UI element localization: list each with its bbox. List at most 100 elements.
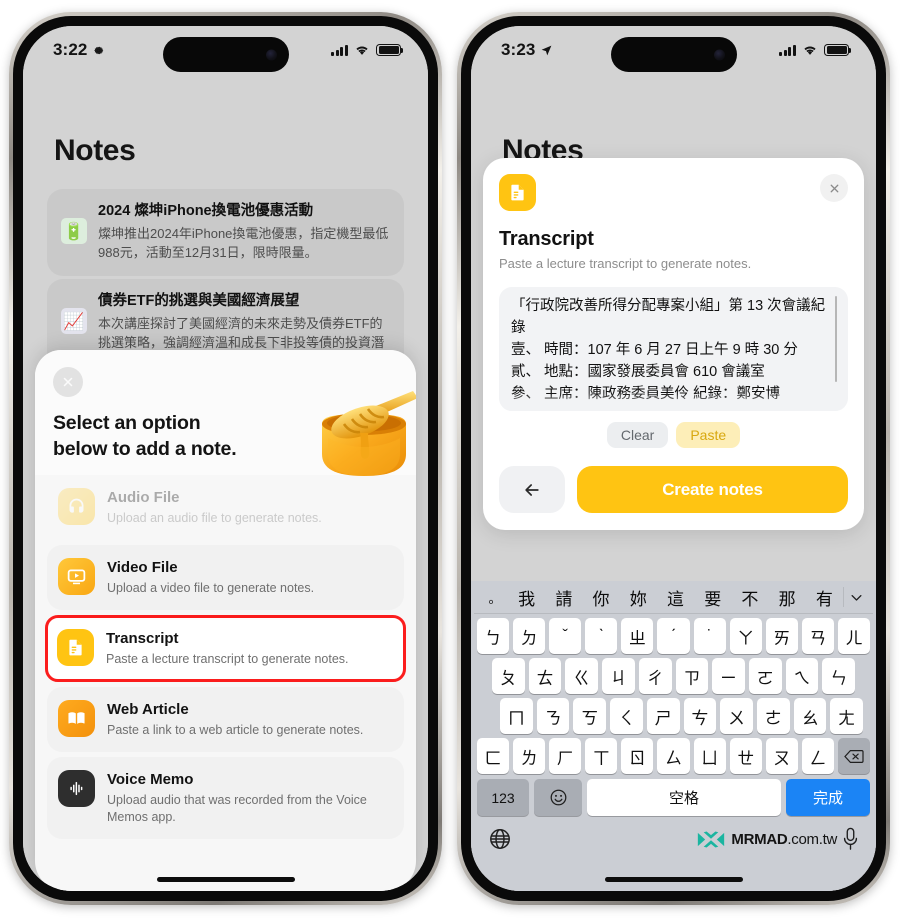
key[interactable]: ㄤ (830, 698, 864, 734)
key[interactable]: ㄈ (476, 738, 510, 774)
key[interactable]: ˇ (549, 618, 582, 654)
key[interactable]: ㄗ (675, 658, 709, 694)
option-description: Upload a video file to generate notes. (107, 580, 315, 595)
prediction-candidate[interactable]: 有 (806, 585, 843, 610)
key[interactable]: ㄧ (712, 658, 745, 694)
key[interactable]: ㄉ (513, 618, 546, 654)
key[interactable]: ㄊ (528, 658, 562, 694)
key[interactable]: ㄎ (573, 698, 607, 734)
video-icon (58, 558, 95, 595)
page-title: Notes (54, 134, 136, 167)
backspace-button[interactable] (837, 738, 871, 774)
wifi-icon (804, 46, 816, 55)
key[interactable]: ㄏ (549, 738, 582, 774)
prediction-candidate[interactable]: 。 (482, 588, 508, 607)
key[interactable]: ˊ (657, 618, 690, 654)
left-phone-screen: 3:22 Notes 🔋 2024 燦坤iPhone換電池優惠活動 燦坤推出20… (23, 26, 428, 891)
option-transcript[interactable]: Transcript Paste a lecture transcript to… (45, 615, 406, 682)
prediction-candidate[interactable]: 你 (582, 585, 619, 610)
watermark-domain: .com.tw (787, 830, 837, 848)
emoji-key[interactable] (534, 779, 582, 816)
dynamic-island (162, 37, 289, 72)
prediction-candidate[interactable]: 那 (769, 585, 806, 610)
key[interactable]: ㄓ (621, 618, 654, 654)
key[interactable]: ㄝ (729, 738, 762, 774)
key[interactable]: ㄩ (693, 738, 726, 774)
globe-icon[interactable] (488, 827, 512, 851)
key[interactable]: ㄋ (536, 698, 570, 734)
create-notes-button[interactable]: Create notes (577, 466, 848, 514)
document-icon (57, 629, 94, 666)
backspace-icon (844, 749, 864, 763)
key[interactable]: ˋ (585, 618, 618, 654)
key[interactable]: ㄥ (801, 738, 834, 774)
dialog-close-button[interactable] (820, 174, 848, 202)
microphone-icon[interactable] (842, 827, 859, 851)
note-list-item[interactable]: 🔋 2024 燦坤iPhone換電池優惠活動 燦坤推出2024年iPhone換電… (47, 189, 404, 276)
expand-candidates-button[interactable] (842, 587, 869, 607)
battery-icon (376, 43, 404, 57)
prediction-candidate[interactable]: 這 (657, 585, 694, 610)
key[interactable]: ㄞ (765, 618, 798, 654)
key[interactable]: ㄑ (610, 698, 643, 734)
mrmad-logo-icon (698, 830, 725, 848)
key[interactable]: ㄜ (756, 698, 790, 734)
key[interactable]: ㄣ (822, 658, 856, 694)
paste-button[interactable]: Paste (676, 422, 741, 449)
key[interactable]: ㄒ (585, 738, 618, 774)
prediction-candidate[interactable]: 請 (545, 585, 582, 610)
option-web-article[interactable]: Web Article Paste a link to a web articl… (47, 687, 404, 752)
dialog-actions: Create notes (499, 466, 848, 514)
prediction-candidate[interactable]: 妳 (620, 585, 657, 610)
chart-increasing-emoji: 📈 (61, 308, 87, 334)
note-body: 2024 燦坤iPhone換電池優惠活動 燦坤推出2024年iPhone換電池優… (98, 202, 390, 263)
close-icon (63, 377, 73, 387)
key[interactable]: ㄦ (837, 618, 871, 654)
key[interactable]: ㄆ (491, 658, 525, 694)
prediction-candidate[interactable]: 不 (731, 585, 768, 610)
option-video-file[interactable]: Video File Upload a video file to genera… (47, 545, 404, 610)
text-cursor (835, 296, 837, 383)
key[interactable]: ㄖ (621, 738, 654, 774)
key[interactable]: ㄡ (765, 738, 798, 774)
status-left-group: 3:23 (501, 40, 553, 60)
sheet-close-button[interactable] (53, 367, 83, 397)
key[interactable]: ㄚ (729, 618, 762, 654)
option-list: Audio File Upload an audio file to gener… (35, 475, 416, 840)
key[interactable]: ㄟ (785, 658, 819, 694)
key[interactable]: ㄘ (683, 698, 717, 734)
key[interactable]: ㄛ (748, 658, 782, 694)
numbers-key[interactable]: 123 (477, 779, 529, 816)
transcript-textarea[interactable]: 「行政院改善所得分配專案小組」第 13 次會議紀錄 壹、 時間：107 年 6 … (499, 287, 848, 412)
cellular-signal-icon (331, 44, 348, 56)
key[interactable]: ˙ (693, 618, 726, 654)
option-voice-memo[interactable]: Voice Memo Upload audio that was recorde… (47, 757, 404, 840)
watermark-brand: MRMAD (731, 830, 788, 848)
honey-pot-illustration (322, 391, 416, 476)
space-key[interactable]: 空格 (587, 779, 781, 816)
done-key[interactable]: 完成 (786, 779, 870, 816)
key[interactable]: ㄙ (657, 738, 690, 774)
key[interactable]: ㄢ (801, 618, 834, 654)
key[interactable]: ㄕ (646, 698, 680, 734)
option-description: Paste a lecture transcript to generate n… (106, 651, 349, 666)
key[interactable]: ㄍ (565, 658, 599, 694)
sheet-heading-line-1: Select an option (53, 412, 201, 434)
status-time: 3:22 (53, 40, 88, 59)
option-audio-file: Audio File Upload an audio file to gener… (47, 475, 404, 540)
key[interactable]: ㄐ (602, 658, 635, 694)
key[interactable]: ㄇ (499, 698, 533, 734)
key[interactable]: ㄌ (513, 738, 546, 774)
back-button[interactable] (499, 466, 565, 514)
key[interactable]: ㄠ (793, 698, 827, 734)
left-phone-bezel: 3:22 Notes 🔋 2024 燦坤iPhone換電池優惠活動 燦坤推出20… (13, 16, 438, 901)
clear-button[interactable]: Clear (606, 422, 669, 449)
key[interactable]: ㄅ (476, 618, 510, 654)
option-text: Audio File Upload an audio file to gener… (107, 488, 393, 527)
key[interactable]: ㄨ (720, 698, 753, 734)
status-left-group: 3:22 (53, 40, 105, 60)
prediction-candidate[interactable]: 我 (508, 585, 545, 610)
key[interactable]: ㄔ (638, 658, 672, 694)
green-battery-emoji: 🔋 (61, 218, 87, 244)
prediction-candidate[interactable]: 要 (694, 585, 731, 610)
